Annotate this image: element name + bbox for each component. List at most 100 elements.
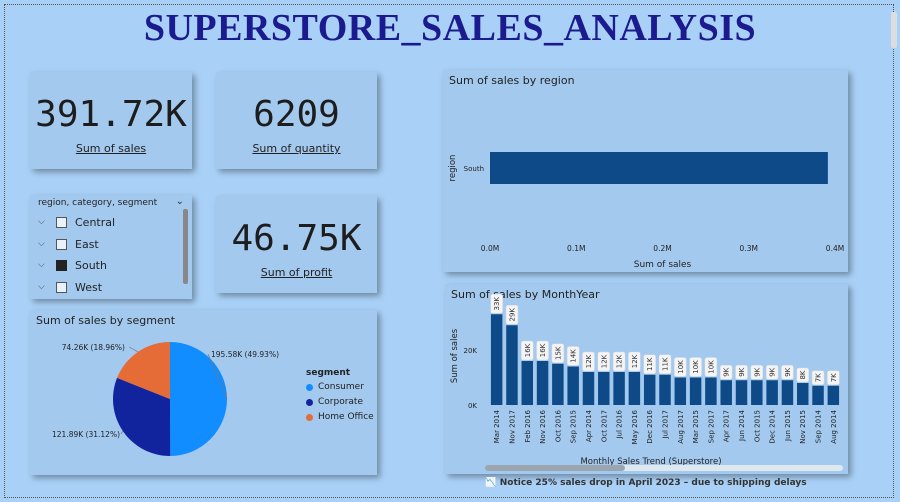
x-tick-label: Jul 2017 — [662, 410, 670, 440]
legend-dot-icon — [306, 413, 313, 421]
month-bar[interactable] — [490, 314, 503, 405]
monthly-chart-card[interactable]: Sum of sales by MonthYear 0K 20K 33K Mar 20… — [445, 284, 848, 474]
checkbox-west[interactable] — [56, 281, 67, 293]
x-tick-label: Apr 2017 — [723, 410, 731, 442]
data-label: 11K — [646, 357, 654, 371]
month-bar[interactable] — [674, 377, 687, 406]
legend-dot-icon — [306, 398, 313, 406]
y-tick-label: 0K — [468, 402, 477, 410]
data-label: 12K — [616, 354, 624, 368]
bar-south[interactable] — [490, 152, 828, 184]
month-bar[interactable] — [598, 372, 610, 405]
month-bar[interactable] — [797, 383, 809, 405]
kpi-card-profit[interactable]: 46.75K Sum of profit — [216, 196, 377, 293]
data-label: 9K — [723, 367, 731, 376]
month-bar[interactable] — [751, 380, 763, 405]
data-label: 14K — [570, 349, 578, 363]
y-axis-title: Sum of sales — [450, 328, 460, 383]
legend-title: segment — [306, 368, 351, 378]
month-bar[interactable] — [613, 372, 625, 405]
region-bar-chart: South 0.0M 0.1M 0.2M 0.3M 0.4M Sum of sales reg… — [448, 152, 844, 270]
kpi-card-sales[interactable]: 391.72K Sum of sales — [30, 72, 192, 169]
expand-chevron-icon[interactable]: ⌵ — [38, 217, 54, 227]
x-tick-label: Aug 2017 — [677, 410, 685, 444]
month-bar[interactable] — [827, 385, 840, 405]
segment-chart-card[interactable]: Sum of sales by segment 195.58K (49.93%)… — [30, 310, 377, 475]
y-tick-label: 20K — [464, 347, 478, 355]
x-tick-label: Feb 2016 — [524, 409, 532, 442]
month-bar[interactable] — [781, 380, 794, 405]
month-bar[interactable] — [659, 374, 671, 405]
expand-chevron-icon[interactable]: ⌵ — [38, 282, 54, 292]
month-bar[interactable] — [552, 363, 564, 405]
kpi-quantity-label: Sum of quantity — [252, 142, 341, 155]
expand-chevron-icon[interactable]: ⌵ — [38, 260, 54, 270]
month-bar[interactable] — [766, 380, 778, 405]
kpi-quantity-value: 6209 — [253, 94, 340, 135]
checkbox-central[interactable] — [56, 216, 67, 228]
x-tick-label: 0.3M — [740, 244, 758, 253]
chevron-down-icon[interactable]: ⌄ — [176, 196, 184, 207]
data-label: 9K — [784, 367, 792, 376]
month-bar[interactable] — [536, 361, 549, 405]
data-label: 16K — [524, 343, 532, 357]
slicer-item-west[interactable]: ⌵ West — [38, 278, 102, 296]
month-bar[interactable] — [720, 380, 732, 405]
x-tick-label: Apr 2014 — [585, 409, 593, 442]
month-bar[interactable] — [582, 372, 595, 405]
slicer-item-east[interactable]: ⌵ East — [38, 235, 99, 253]
month-bar[interactable] — [643, 374, 656, 405]
x-tick-label: May 2016 — [631, 409, 639, 444]
data-label: 10K — [677, 360, 685, 374]
x-tick-label: 0.4M — [826, 244, 844, 253]
slicer-item-central[interactable]: ⌵ Central — [38, 213, 115, 231]
month-bar[interactable] — [735, 380, 748, 405]
month-bar[interactable] — [705, 377, 717, 406]
x-tick-label: Nov 2016 — [539, 409, 547, 443]
legend-item-consumer[interactable]: Consumer — [306, 382, 374, 392]
horizontal-scrollbar-thumb[interactable] — [485, 465, 625, 471]
y-tick-label: South — [464, 165, 484, 173]
x-tick-label: Sep 2017 — [707, 410, 715, 443]
month-bar[interactable] — [567, 366, 579, 406]
leader-line — [128, 346, 139, 353]
x-tick-label: Jun 2015 — [784, 410, 792, 442]
region-chart-card[interactable]: Sum of sales by region South 0.0M 0.1M 0.2M… — [443, 70, 848, 272]
x-tick-label: 0.0M — [481, 244, 499, 253]
month-bar[interactable] — [628, 372, 641, 405]
hierarchy-slicer[interactable]: region, category, segment ⌄ ⌵ Central ⌵ Ea… — [30, 195, 192, 299]
monthly-bar-chart: 0K 20K 33K Mar 2014 29K Nov 2017 16K Feb 2016 16… — [450, 294, 843, 471]
data-label: 12K — [585, 354, 593, 368]
x-tick-label: 0.1M — [567, 244, 585, 253]
data-label: 29K — [508, 308, 516, 322]
data-label: 10K — [707, 360, 715, 374]
data-label: 9K — [753, 367, 761, 376]
y-axis-title: region — [448, 155, 458, 182]
checkbox-east[interactable] — [56, 238, 67, 250]
slicer-item-south[interactable]: ⌵ South — [38, 256, 107, 274]
x-tick-label: Dec 2014 — [769, 409, 777, 443]
month-bar[interactable] — [521, 361, 533, 405]
x-tick-label: Dec 2016 — [646, 409, 654, 443]
pie-data-label: 195.58K (49.93%) — [211, 350, 279, 359]
checkbox-south[interactable] — [56, 259, 67, 271]
kpi-profit-label: Sum of profit — [260, 266, 333, 279]
month-bar[interactable] — [689, 377, 702, 406]
pie-slice-consumer[interactable] — [170, 342, 227, 456]
data-label: 9K — [769, 367, 777, 376]
expand-chevron-icon[interactable]: ⌵ — [38, 239, 54, 249]
kpi-sales-label: Sum of sales — [75, 142, 147, 155]
data-label: 7K — [830, 373, 838, 382]
kpi-card-quantity[interactable]: 6209 Sum of quantity — [216, 72, 377, 169]
x-tick-label: Aug 2014 — [830, 409, 838, 443]
slicer-scrollbar[interactable] — [183, 209, 188, 284]
legend-item-corporate[interactable]: Corporate — [306, 397, 374, 407]
legend-item-home-office[interactable]: Home Office — [306, 412, 374, 422]
month-bar[interactable] — [506, 325, 518, 405]
data-label: 12K — [631, 354, 639, 368]
slicer-title: region, category, segment — [38, 198, 158, 208]
month-bar[interactable] — [812, 385, 824, 405]
x-tick-label: Jun 2014 — [738, 409, 746, 442]
x-tick-label: Jul 2016 — [616, 409, 624, 439]
data-label: 9K — [738, 367, 746, 376]
